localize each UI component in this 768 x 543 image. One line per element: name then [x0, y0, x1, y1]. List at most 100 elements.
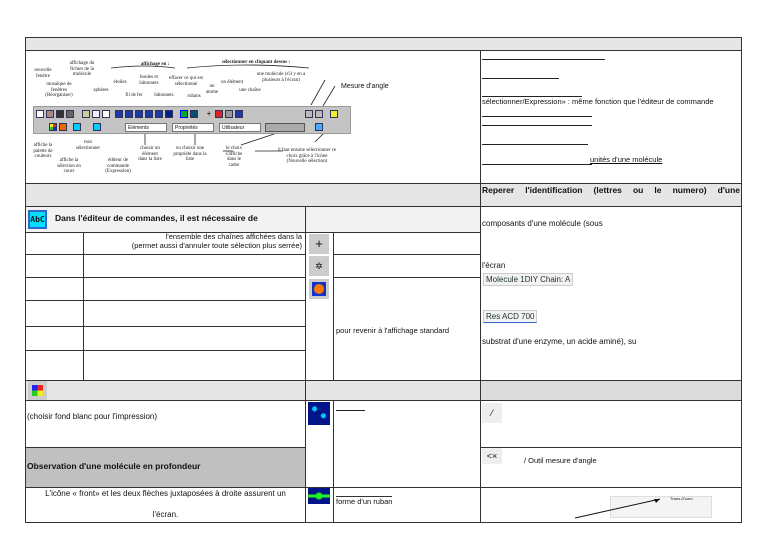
units-text: unités d'une molécule [590, 155, 663, 164]
palette-row [25, 380, 306, 401]
wireframe-icon [135, 110, 143, 118]
blank-line [482, 125, 592, 126]
ribbon-icon [308, 488, 330, 504]
select-all-icon [73, 123, 81, 131]
angle-icon: <× [482, 448, 502, 464]
front-text-b: l'écran. [152, 510, 179, 519]
ann-tout-selectionner: tout sélectionner [75, 140, 101, 151]
open-icon [46, 110, 54, 118]
expression-text: sélectionner/Expression» : même fonction… [482, 97, 714, 106]
blank-line [482, 116, 592, 117]
blank-line [482, 164, 592, 165]
table-cell [83, 300, 306, 327]
tile-icon [92, 110, 100, 118]
icon-column [305, 232, 334, 381]
file-icon [102, 110, 110, 118]
atom-select-icon: + [309, 234, 329, 254]
chains-text-b: (permet aussi d'annuler toute sélection … [131, 241, 302, 250]
select-element-icon [215, 110, 223, 118]
spheres-icon [115, 110, 123, 118]
palette-icon [28, 381, 47, 400]
reset-view-icon [309, 279, 329, 299]
ann-editeur: éditeur de commande (Expression) [105, 158, 131, 174]
blank-line [482, 78, 559, 79]
user-dropdown[interactable]: Utilisateur [219, 123, 261, 132]
blank-line [482, 144, 588, 145]
table-cell [83, 277, 306, 301]
composants-text: composants d'une molécule (sous [482, 219, 603, 228]
ann-choisir-propriete: ou choisir une propriété dans la liste [173, 146, 207, 162]
selection-icon [59, 123, 67, 131]
palette-tool-icon [49, 123, 57, 131]
spacefill-icon [308, 402, 330, 425]
new-selection-icon[interactable] [315, 123, 323, 131]
ecran-text: l'écran [482, 261, 506, 270]
right-middle-cell [480, 206, 742, 381]
select-molecule-icon [235, 110, 243, 118]
ann-il-faut-ensuite: il faut ensuite sélectionner ce choix gr… [277, 148, 337, 164]
table-cell [83, 326, 306, 351]
ann-selection-en-cours: affiche la sélection en cours [57, 158, 81, 174]
table-cell [333, 232, 481, 255]
ann-palette: affiche la palette de couleurs [33, 143, 53, 159]
ball-stick-icon [145, 110, 153, 118]
table-cell [83, 350, 306, 381]
res-chip: Res ACD 700 [483, 310, 538, 323]
editor-heading: Dans l'éditeur de commandes, il est néce… [55, 213, 258, 223]
mini-panel-label: Trans./Zoom [670, 496, 693, 501]
blank-line [336, 410, 365, 411]
abc-editor-icon: AbC [28, 210, 47, 229]
angle-cell [480, 447, 742, 488]
table-cell [25, 277, 84, 301]
header-row [25, 37, 742, 51]
ribbons-icon [180, 110, 188, 118]
angle-text: / Outil mesure d'angle [524, 456, 597, 465]
select-atom-icon: + [206, 109, 212, 118]
print-icon [66, 110, 74, 118]
depth-heading: Observation d'une molécule en profondeur [27, 461, 201, 471]
right-gray-row [480, 380, 742, 401]
right-half-heading-cell [305, 206, 481, 233]
properties-dropdown[interactable]: Propriétés [172, 123, 214, 132]
table-cell [25, 300, 84, 327]
substrat-text: substrat d'une enzyme, un acide aminé), … [482, 337, 637, 346]
distance-cell [480, 400, 742, 448]
print-cell [25, 400, 306, 448]
ann-choix-affiche: le choix s'affiche dans le cadre [225, 146, 243, 168]
table-cell [25, 254, 84, 278]
angle-tool-icon [315, 110, 323, 118]
pointer-arrow [574, 498, 661, 519]
table-cell [25, 232, 84, 255]
table-cell [25, 326, 84, 351]
save-icon [56, 110, 64, 118]
light-icon [330, 110, 338, 118]
chains-text-a: l'ensemble des chaînes affichées dans la [165, 232, 302, 241]
choice-box [265, 123, 305, 132]
distance-icon: ⁄ [482, 403, 502, 423]
distance-tool-icon [305, 110, 313, 118]
stick-icon [125, 110, 133, 118]
standard-text: pour revenir à l'affichage standard [336, 326, 450, 335]
new-window-icon [36, 110, 44, 118]
ann-choisir-element: choisir un élément dans la liste [138, 146, 162, 162]
select-chain-icon [225, 110, 233, 118]
editor-icon [93, 123, 101, 131]
table-cell [333, 254, 481, 278]
print-text: (choisir fond blanc pour l'impression) [27, 412, 158, 421]
chain-select-icon: ✲ [309, 256, 329, 276]
molecule-chip: Molecule 1DIY Chain: A [483, 273, 574, 286]
key-icon [82, 110, 90, 118]
blank-line [482, 59, 605, 60]
erase-icon [165, 110, 173, 118]
table-cell [83, 254, 306, 278]
cartoon-icon [190, 110, 198, 118]
reperer-text: Reperer l'identification (lettres ou le … [482, 185, 740, 195]
palette-row-right [305, 380, 481, 401]
ribbon-text: forme d'un ruban [336, 496, 393, 506]
toolbar-figure: nouvelle fenêtre mosaïque de fenêtres (R… [25, 50, 481, 184]
text-cell [333, 400, 481, 488]
table-cell [25, 350, 84, 381]
front-text-a: L'icône « front» et les deux flèches jux… [45, 489, 286, 498]
bonds-icon [155, 110, 163, 118]
elements-dropdown[interactable]: Eléments [125, 123, 167, 132]
